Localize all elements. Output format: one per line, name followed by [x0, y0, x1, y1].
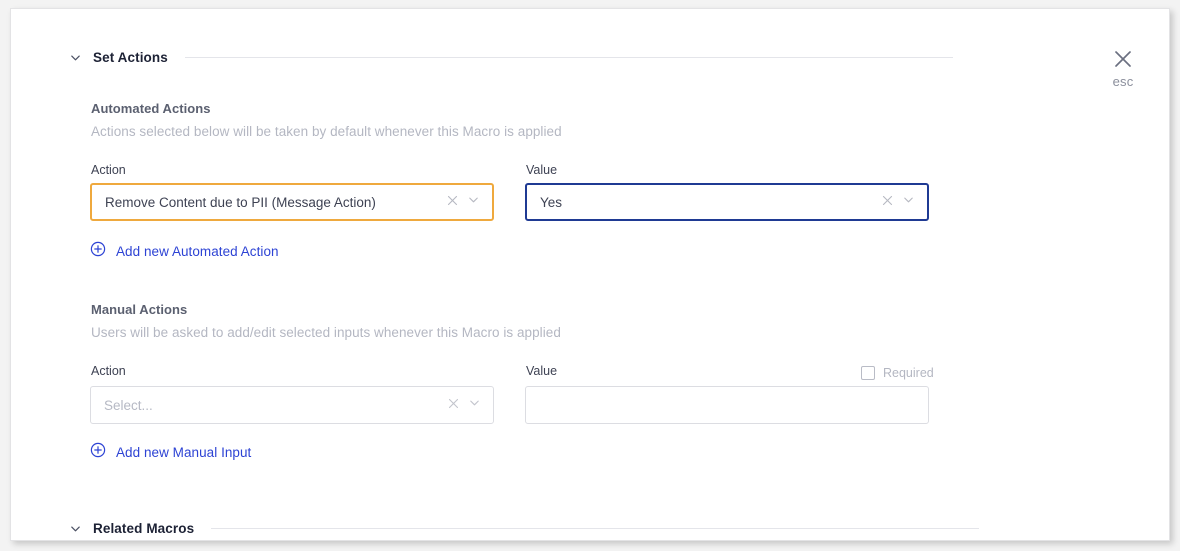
automated-action-label: Action — [91, 163, 126, 177]
add-new-automated-action-button[interactable]: Add new Automated Action — [90, 241, 279, 262]
add-new-manual-input-button[interactable]: Add new Manual Input — [90, 442, 251, 463]
automated-value-select[interactable]: Yes — [525, 183, 929, 221]
macro-editor-panel: esc Set Actions Automated Actions Action… — [10, 8, 1170, 541]
chevron-down-icon[interactable] — [69, 522, 82, 535]
section-title-related-macros: Related Macros — [93, 521, 195, 536]
automated-value-value: Yes — [540, 194, 563, 210]
automated-actions-title: Automated Actions — [91, 101, 211, 116]
required-label: Required — [883, 366, 934, 380]
chevron-down-icon[interactable] — [467, 193, 480, 211]
clear-x-icon[interactable] — [882, 193, 893, 211]
manual-action-icons — [448, 396, 485, 414]
clear-x-icon[interactable] — [447, 193, 458, 211]
chevron-down-icon[interactable] — [69, 51, 82, 64]
clear-x-icon[interactable] — [448, 396, 459, 414]
automated-value-icons — [882, 193, 919, 211]
section-header-set-actions[interactable]: Set Actions — [69, 50, 1099, 65]
manual-value-label: Value — [526, 364, 558, 378]
manual-actions-title: Manual Actions — [91, 302, 188, 317]
automated-value-label: Value — [526, 163, 558, 177]
section-divider — [184, 57, 953, 58]
section-divider — [211, 528, 980, 529]
manual-action-label: Action — [91, 364, 126, 378]
automated-action-value: Remove Content due to PII (Message Actio… — [105, 194, 376, 210]
manual-action-select[interactable]: Select... — [90, 386, 494, 424]
required-checkbox-group[interactable]: Required — [861, 366, 934, 380]
manual-value-input[interactable] — [525, 386, 929, 424]
automated-action-select[interactable]: Remove Content due to PII (Message Actio… — [90, 183, 494, 221]
required-checkbox[interactable] — [861, 366, 875, 380]
add-new-manual-input-label: Add new Manual Input — [116, 445, 252, 460]
automated-action-icons — [447, 193, 484, 211]
section-header-related-macros[interactable]: Related Macros — [69, 521, 1099, 536]
add-new-automated-action-label: Add new Automated Action — [116, 244, 279, 259]
close-x-icon — [1101, 47, 1145, 71]
esc-label: esc — [1112, 74, 1134, 89]
plus-circle-icon — [90, 241, 106, 262]
plus-circle-icon — [90, 442, 106, 463]
manual-action-placeholder: Select... — [104, 397, 153, 413]
section-title-set-actions: Set Actions — [93, 50, 168, 65]
close-esc-button[interactable]: esc — [1101, 47, 1145, 89]
automated-actions-subtitle: Actions selected below will be taken by … — [91, 124, 562, 139]
chevron-down-icon[interactable] — [468, 396, 481, 414]
chevron-down-icon[interactable] — [902, 193, 915, 211]
manual-actions-subtitle: Users will be asked to add/edit selected… — [91, 325, 561, 340]
